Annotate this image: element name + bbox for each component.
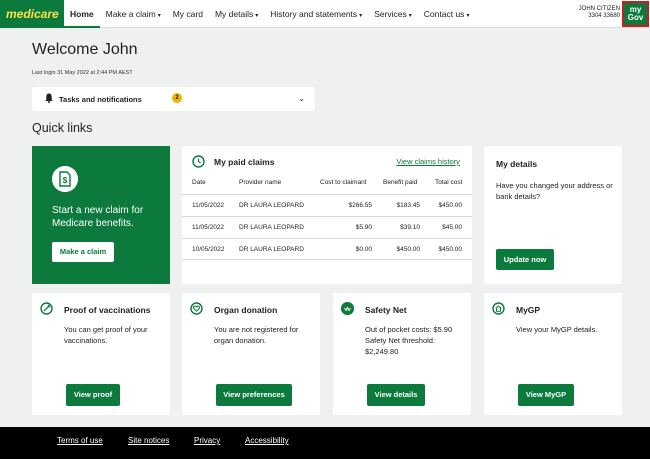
mygov-logo[interactable]: my Gov xyxy=(622,1,649,27)
nav-services-label: Services xyxy=(374,9,407,19)
claim-date: 11/05/2022 xyxy=(192,202,225,209)
card-text: Out of pocket costs: $5.90 Safety Net th… xyxy=(365,324,467,357)
safety-net-card: Safety Net Out of pocket costs: $5.90 Sa… xyxy=(333,293,471,415)
safety-net-icon xyxy=(341,302,354,315)
tasks-label: Tasks and notifications xyxy=(59,95,142,104)
my-details-title: My details xyxy=(496,159,538,169)
update-now-button[interactable]: Update now xyxy=(496,249,554,270)
card-title: Organ donation xyxy=(214,305,278,315)
nav-home-label: Home xyxy=(70,9,94,19)
col-header-benefit: Benefit paid xyxy=(383,179,418,186)
house-icon xyxy=(492,302,505,315)
claim-benefit: $450.00 xyxy=(396,246,421,253)
main-nav: Home Make a claim ▾ My card My details ▾ H… xyxy=(64,0,475,28)
nav-services[interactable]: Services ▾ xyxy=(368,0,418,28)
nav-my-details[interactable]: My details ▾ xyxy=(209,0,264,28)
claim-benefit: $183.45 xyxy=(396,202,421,209)
organ-donation-card: Organ donation You are not registered fo… xyxy=(182,293,320,415)
claim-total: $450.00 xyxy=(438,246,463,253)
table-row: 11/05/2022 DR LAURA LEOPARD $5.90 $39.10… xyxy=(182,216,472,238)
claim-cost: $0.00 xyxy=(355,246,372,253)
nav-my-details-label: My details xyxy=(214,9,254,19)
card-title: MyGP xyxy=(516,305,541,315)
user-info[interactable]: JOHN CITIZEN 3304 33680 xyxy=(560,6,620,20)
nav-make-a-claim-label: Make a claim xyxy=(105,9,156,19)
claim-total: $45.00 xyxy=(442,224,462,231)
proof-of-vaccinations-card: Proof of vaccinations You can get proof … xyxy=(32,293,170,415)
nav-contact-label: Contact us xyxy=(423,9,465,19)
claim-date: 11/05/2022 xyxy=(192,224,225,231)
table-row: 11/05/2022 DR LAURA LEOPARD $266.55 $183… xyxy=(182,194,472,216)
user-number: 3304 33680 xyxy=(588,13,620,19)
footer-link-terms[interactable]: Terms of use xyxy=(57,436,103,445)
tasks-notifications-panel[interactable]: Tasks and notifications 2 ⌄ xyxy=(32,87,315,111)
claim-date: 10/05/2022 xyxy=(192,246,225,253)
medicare-logo[interactable]: medicare xyxy=(0,0,64,28)
nav-history-statements[interactable]: History and statements ▾ xyxy=(264,0,368,28)
view-preferences-button[interactable]: View preferences xyxy=(216,384,292,406)
paid-claims-title: My paid claims xyxy=(214,157,275,167)
card-text: You can get proof of your vaccinations. xyxy=(64,325,148,345)
claim-cost: $266.55 xyxy=(348,202,373,209)
chevron-down-icon: ▾ xyxy=(408,13,412,19)
card-text: You are not registered for organ donatio… xyxy=(214,325,299,345)
syringe-icon xyxy=(40,302,53,315)
claim-total: $450.00 xyxy=(438,202,463,209)
nav-history-label: History and statements xyxy=(270,9,358,19)
card-title: Proof of vaccinations xyxy=(64,305,151,315)
document-dollar-icon: $ xyxy=(52,166,78,192)
paid-claims-card: My paid claims View claims history Date … xyxy=(182,146,472,284)
my-details-card: My details Have you changed your address… xyxy=(484,146,622,284)
chevron-down-icon: ⌄ xyxy=(298,94,305,103)
user-name: JOHN CITIZEN xyxy=(578,6,620,12)
col-header-cost: Cost to claimant xyxy=(320,179,367,186)
svg-text:$: $ xyxy=(63,176,68,185)
claim-provider: DR LAURA LEOPARD xyxy=(239,202,304,209)
heart-icon xyxy=(190,302,203,315)
nav-my-card[interactable]: My card xyxy=(167,0,209,28)
mygov-logo-bottom: Gov xyxy=(627,13,644,22)
nav-my-card-label: My card xyxy=(172,9,203,19)
footer-link-privacy[interactable]: Privacy xyxy=(194,436,220,445)
notification-count-badge: 2 xyxy=(172,93,182,103)
claim-provider: DR LAURA LEOPARD xyxy=(239,224,304,231)
claim-provider: DR LAURA LEOPARD xyxy=(239,246,304,253)
nav-contact-us[interactable]: Contact us ▾ xyxy=(418,0,476,28)
history-icon xyxy=(192,155,205,168)
new-claim-card: $ Start a new claim for Medicare benefit… xyxy=(32,146,170,284)
col-header-date: Date xyxy=(192,179,206,186)
nav-home[interactable]: Home xyxy=(64,0,100,28)
card-title: Safety Net xyxy=(365,305,407,315)
table-row: 10/05/2022 DR LAURA LEOPARD $0.00 $450.0… xyxy=(182,238,472,260)
footer-link-accessibility[interactable]: Accessibility xyxy=(245,436,289,445)
top-navigation-bar: medicare Home Make a claim ▾ My card My d… xyxy=(0,0,650,28)
claim-cost: $5.90 xyxy=(355,224,372,231)
quick-links-heading: Quick links xyxy=(32,121,93,135)
chevron-down-icon: ▾ xyxy=(157,13,161,19)
view-claims-history-link[interactable]: View claims history xyxy=(396,157,460,166)
chevron-down-icon: ▾ xyxy=(466,13,470,19)
out-of-pocket-costs: Out of pocket costs: $5.90 xyxy=(365,325,453,334)
col-header-provider: Provider name xyxy=(239,179,282,186)
view-proof-button[interactable]: View proof xyxy=(66,384,120,406)
bell-icon xyxy=(45,93,53,103)
safety-net-threshold: Safety Net threshold: $2,249.80 xyxy=(365,336,436,356)
chevron-down-icon: ▾ xyxy=(359,13,363,19)
view-details-button[interactable]: View details xyxy=(367,384,425,406)
footer-link-site-notices[interactable]: Site notices xyxy=(128,436,169,445)
make-a-claim-button[interactable]: Make a claim xyxy=(52,242,114,262)
my-details-text: Have you changed your address or bank de… xyxy=(496,181,613,201)
card-text: View your MyGP details. xyxy=(516,325,598,334)
view-mygp-button[interactable]: View MyGP xyxy=(518,384,574,406)
chevron-down-icon: ▾ xyxy=(255,13,259,19)
col-header-total: Total cost xyxy=(435,179,463,186)
footer: Terms of use Site notices Privacy Access… xyxy=(0,427,650,459)
new-claim-text: Start a new claim for Medicare benefits. xyxy=(52,205,144,229)
last-login-text: Last login 31 May 2022 at 2:44 PM AEST xyxy=(32,70,133,76)
page-title: Welcome John xyxy=(32,41,138,58)
claim-benefit: $39.10 xyxy=(400,224,420,231)
mygp-card: MyGP View your MyGP details. View MyGP xyxy=(484,293,622,415)
nav-make-a-claim[interactable]: Make a claim ▾ xyxy=(100,0,167,28)
